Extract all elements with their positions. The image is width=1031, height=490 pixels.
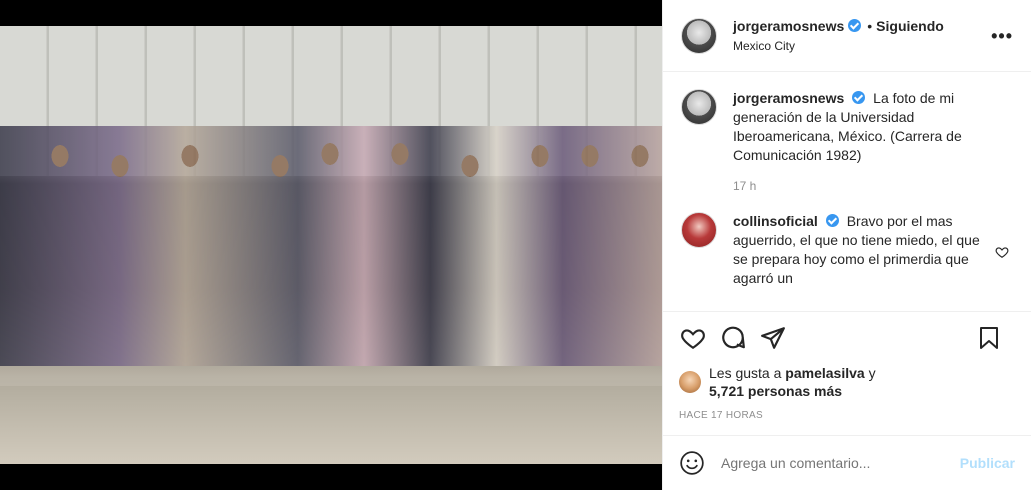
- post-actions: Les gusta a pamelasilva y 5,721 personas…: [663, 311, 1031, 421]
- comment-icon: [722, 326, 745, 349]
- liker-avatar[interactable]: [679, 371, 701, 393]
- bookmark-icon: [980, 327, 998, 349]
- caption-avatar[interactable]: [681, 89, 717, 125]
- liker-username[interactable]: pamelasilva: [785, 365, 864, 381]
- likes-text: Les gusta a pamelasilva y 5,721 personas…: [709, 364, 876, 400]
- separator-dot: •: [867, 17, 873, 34]
- caption-body: jorgeramosnews La foto de mi generación …: [733, 89, 995, 196]
- commenter-avatar[interactable]: [681, 212, 717, 248]
- comment-like-heart-icon[interactable]: [995, 245, 1009, 259]
- save-button[interactable]: [975, 324, 1003, 352]
- share-icon: [761, 327, 785, 349]
- post-media: [0, 0, 662, 490]
- caption-comment: jorgeramosnews La foto de mi generación …: [681, 89, 1015, 196]
- emoji-icon[interactable]: [679, 450, 705, 476]
- post-sidebar: jorgeramosnews • Siguiendo Mexico City •…: [662, 0, 1031, 490]
- comment-item: collinsoficial Bravo por el mas aguerrid…: [681, 212, 1015, 288]
- comments-section: jorgeramosnews La foto de mi generación …: [663, 73, 1031, 311]
- comment-button[interactable]: [719, 324, 747, 352]
- verified-badge-icon: [852, 91, 866, 104]
- commenter-username[interactable]: collinsoficial: [733, 213, 818, 229]
- author-line: jorgeramosnews • Siguiendo: [733, 17, 944, 35]
- verified-badge-icon: [825, 214, 839, 227]
- caption-time[interactable]: 17 h: [733, 177, 995, 196]
- caption-username[interactable]: jorgeramosnews: [733, 90, 844, 106]
- post-location[interactable]: Mexico City: [733, 37, 944, 55]
- post-timestamp[interactable]: HACE 17 HORAS: [679, 410, 1015, 421]
- likes-count[interactable]: 5,721 personas más: [709, 383, 842, 399]
- author-username[interactable]: jorgeramosnews: [733, 17, 844, 35]
- photo-group-of-people: [0, 126, 662, 366]
- author-info: jorgeramosnews • Siguiendo Mexico City: [733, 17, 944, 55]
- like-button[interactable]: [679, 324, 707, 352]
- comment-input[interactable]: [721, 455, 960, 471]
- post-header: jorgeramosnews • Siguiendo Mexico City •…: [663, 0, 1031, 72]
- add-comment-bar: Publicar: [663, 435, 1031, 490]
- verified-badge-icon: [848, 19, 862, 32]
- comment-body: collinsoficial Bravo por el mas aguerrid…: [733, 212, 995, 288]
- instagram-post: jorgeramosnews • Siguiendo Mexico City •…: [0, 0, 1031, 490]
- action-icons-row: [679, 312, 1015, 364]
- likes-prefix: Les gusta a: [709, 365, 782, 381]
- post-photo[interactable]: [0, 26, 662, 464]
- more-options-button[interactable]: •••: [991, 26, 1013, 47]
- likes-connector: y: [868, 365, 876, 381]
- photo-floor: [0, 386, 662, 464]
- author-avatar[interactable]: [681, 17, 717, 54]
- share-button[interactable]: [759, 324, 787, 352]
- publish-button[interactable]: Publicar: [960, 455, 1015, 471]
- heart-icon: [681, 329, 705, 350]
- likes-summary: Les gusta a pamelasilva y 5,721 personas…: [679, 364, 1015, 400]
- following-button[interactable]: Siguiendo: [876, 17, 944, 35]
